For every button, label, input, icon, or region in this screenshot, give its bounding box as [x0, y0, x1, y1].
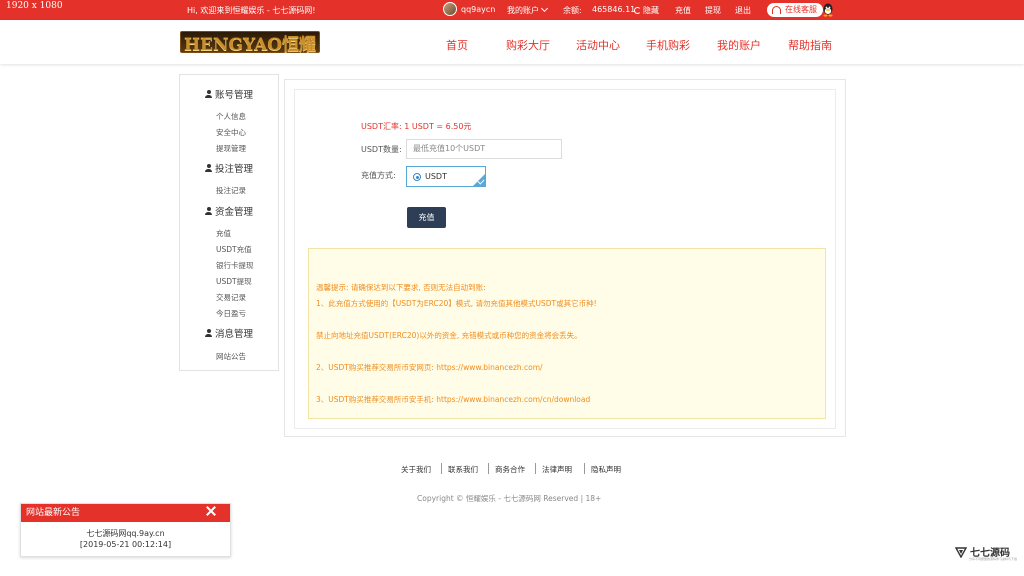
- avatar[interactable]: [443, 2, 457, 16]
- section-title: 账号管理: [215, 90, 254, 101]
- withdraw-link[interactable]: 提现: [705, 5, 721, 16]
- footer-divider: [488, 463, 489, 474]
- notice-line: 3、USDT购买推荐交易所币安手机: https://www.binancezh…: [316, 395, 591, 404]
- sidebar-section-bets[interactable]: 投注管理: [205, 161, 253, 175]
- recharge-link[interactable]: 充值: [675, 5, 691, 16]
- footer-divider: [535, 463, 536, 474]
- my-account-menu[interactable]: 我的账户: [507, 4, 549, 16]
- notice-line: 1、此充值方式使用的【USDT为ERC20】模式, 请勿充值其他模式USDT或其…: [316, 299, 597, 308]
- announcement-date: [2019-05-21 00:12:14]: [79, 540, 172, 549]
- close-icon[interactable]: [206, 506, 216, 516]
- footer-divider: [584, 463, 585, 474]
- sidebar-section-funds[interactable]: 资金管理: [205, 204, 253, 218]
- sidebar-item-security[interactable]: 安全中心: [216, 127, 246, 138]
- announcement-title: 网站最新公告: [26, 508, 81, 518]
- recharge-submit-button[interactable]: 充值: [407, 207, 446, 228]
- copyright-text: Copyright © 恒耀娱乐 - 七七源码网 Reserved | 18+: [417, 494, 602, 503]
- top-bar: Hi, 欢迎来到恒耀娱乐 - 七七源码网! qq9aycn 我的账户 余额: 4…: [0, 0, 1024, 20]
- qq-icon[interactable]: [822, 3, 834, 17]
- method-label: 充值方式:: [361, 171, 396, 180]
- user-icon: [205, 207, 212, 215]
- balance-value: 465846.11: [592, 5, 636, 14]
- radio-selected-icon[interactable]: [413, 173, 421, 181]
- user-icon: [205, 329, 212, 337]
- username[interactable]: qq9aycn: [461, 5, 495, 14]
- footer-link-legal[interactable]: 法律声明: [542, 464, 572, 475]
- footer-link-about[interactable]: 关于我们: [401, 464, 431, 475]
- site-logo[interactable]: HENGYAO恒耀: [180, 31, 320, 55]
- site-header: HENGYAO恒耀 首页 购彩大厅 活动中心 手机购彩 我的账户 帮助指南: [0, 20, 1024, 64]
- announcement-item[interactable]: 七七源码网qq.9ay.cn: [21, 528, 230, 539]
- chevron-down-icon: [540, 4, 549, 13]
- account-sidebar: 账号管理 个人信息 安全中心 提现管理 投注管理 投注记录 资金管理 充值 US…: [179, 74, 279, 371]
- sidebar-item-usdt-recharge[interactable]: USDT充值: [216, 244, 252, 255]
- nav-my-account[interactable]: 我的账户: [717, 37, 761, 53]
- nav-mobile-lottery[interactable]: 手机购彩: [646, 37, 690, 53]
- headset-icon: [772, 6, 781, 14]
- online-service-button[interactable]: 在线客服: [767, 3, 823, 17]
- user-info[interactable]: qq9aycn: [443, 2, 495, 16]
- welcome-text: Hi, 欢迎来到恒耀娱乐 - 七七源码网!: [187, 6, 316, 15]
- warning-notice: 温馨提示: 请确保达到以下要求, 否则无法自动到账: 1、此充值方式使用的【US…: [308, 248, 826, 419]
- footer-divider: [441, 463, 442, 474]
- resolution-label: 1920 x 1080: [6, 1, 63, 11]
- sidebar-item-withdraw-manage[interactable]: 提现管理: [216, 143, 246, 154]
- refresh-icon: [634, 7, 641, 14]
- refresh-balance-button[interactable]: 隐藏: [632, 5, 659, 16]
- user-icon: [205, 90, 212, 98]
- usdt-amount-input[interactable]: 最低充值10个USDT: [406, 139, 562, 159]
- watermark-logo-icon: [955, 546, 967, 558]
- nav-activity-center[interactable]: 活动中心: [576, 37, 620, 53]
- notice-line: 2、USDT购买推荐交易所币安网页: https://www.binancezh…: [316, 363, 543, 372]
- announcement-popup: 网站最新公告 七七源码网qq.9ay.cn [2019-05-21 00:12:…: [20, 503, 231, 557]
- section-title: 消息管理: [215, 329, 254, 340]
- announcement-header: 网站最新公告: [21, 504, 230, 522]
- method-option-label: USDT: [425, 172, 447, 181]
- sidebar-item-usdt-withdraw[interactable]: USDT提现: [216, 276, 252, 287]
- hide-balance-label[interactable]: 隐藏: [643, 6, 659, 15]
- sidebar-item-profile[interactable]: 个人信息: [216, 111, 246, 122]
- footer-link-contact[interactable]: 联系我们: [448, 464, 478, 475]
- user-icon: [205, 164, 212, 172]
- sidebar-item-bet-records[interactable]: 投注记录: [216, 185, 246, 196]
- online-service-label: 在线客服: [785, 5, 817, 14]
- footer-link-business[interactable]: 商务合作: [495, 464, 525, 475]
- footer-link-privacy[interactable]: 隐私声明: [591, 464, 621, 475]
- notice-line: 温馨提示: 请确保达到以下要求, 否则无法自动到账:: [316, 283, 486, 292]
- section-title: 资金管理: [215, 207, 254, 218]
- sidebar-item-transactions[interactable]: 交易记录: [216, 292, 246, 303]
- section-title: 投注管理: [215, 164, 254, 175]
- sidebar-item-bank-withdraw[interactable]: 银行卡提现: [216, 260, 254, 271]
- my-account-label: 我的账户: [507, 6, 539, 15]
- recharge-form: USDT汇率: 1 USDT = 6.50元 USDT数量: 最低充值10个US…: [294, 89, 836, 429]
- sidebar-section-messages[interactable]: 消息管理: [205, 326, 253, 340]
- usdt-rate: USDT汇率: 1 USDT = 6.50元: [361, 122, 472, 131]
- sidebar-item-recharge[interactable]: 充值: [216, 228, 231, 239]
- sidebar-item-announcements[interactable]: 网站公告: [216, 351, 246, 362]
- notice-line: 禁止向地址充值USDT(ERC20)以外的资金, 充错模式或币种您的资金将会丢失…: [316, 331, 582, 340]
- nav-home[interactable]: 首页: [446, 37, 468, 53]
- usdt-method-option[interactable]: USDT: [406, 166, 486, 187]
- amount-label: USDT数量:: [361, 145, 402, 154]
- nav-lottery-hall[interactable]: 购彩大厅: [506, 37, 550, 53]
- watermark: 七七源码 分享不同质量的源码学习资料与下载: [955, 544, 1017, 561]
- logout-link[interactable]: 退出: [735, 5, 751, 16]
- sidebar-item-daily-pnl[interactable]: 今日盈亏: [216, 308, 246, 319]
- watermark-subtext: 分享不同质量的源码学习资料与下载: [969, 557, 1018, 561]
- nav-help-guide[interactable]: 帮助指南: [788, 37, 832, 53]
- sidebar-section-account[interactable]: 账号管理: [205, 87, 253, 101]
- balance-label: 余额:: [563, 6, 582, 15]
- recharge-panel: USDT汇率: 1 USDT = 6.50元 USDT数量: 最低充值10个US…: [284, 79, 846, 437]
